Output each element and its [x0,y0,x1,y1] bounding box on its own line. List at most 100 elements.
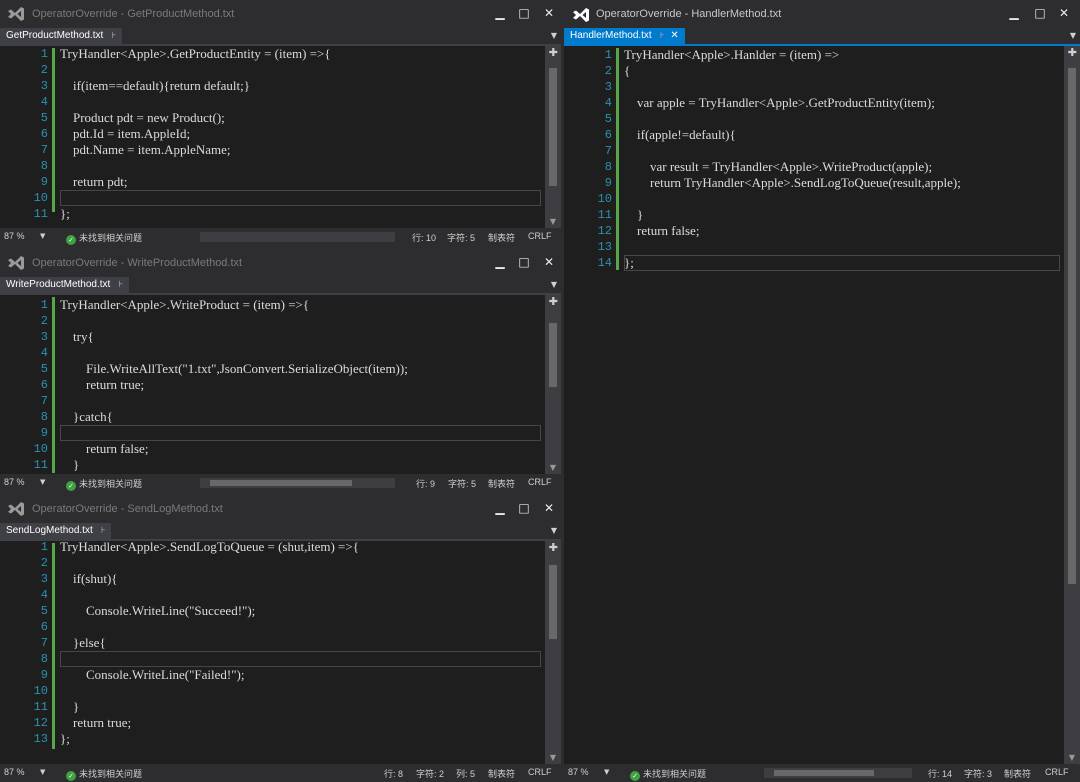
code-line[interactable]: return true; [60,377,144,393]
maximize-button[interactable]: □ [514,252,534,272]
code-line[interactable]: }; [60,206,70,222]
code-editor[interactable]: 1 2 3 4 5 6 7 8 9 10 11 TryHandler<Apple>.GetProdu… [0,46,561,228]
code-editor[interactable]: 1 2 3 4 5 6 7 8 9 10 11 12 13 TryHandler<Apple>.Send… [0,541,561,764]
scrollbar-thumb[interactable] [549,323,557,387]
scroll-down-icon[interactable]: ▼ [545,463,561,472]
close-icon[interactable]: ✕ [670,28,678,44]
code-line[interactable]: if(shut){ [60,571,118,587]
pin-icon[interactable]: ⊦ [660,28,665,44]
code-line[interactable]: TryHandler<Apple>.Hanlder = (item) => [624,47,839,63]
vertical-scrollbar[interactable]: ✚ ▼ [545,295,561,474]
scrollbar-thumb[interactable] [1068,68,1076,584]
window-titlebar[interactable]: OperatorOverride - WriteProductMethod.tx… [0,249,561,277]
horizontal-scrollbar[interactable] [764,768,912,778]
split-icon[interactable]: ✚ [549,46,558,59]
document-tab[interactable]: SendLogMethod.txt ⊦ [0,523,112,539]
zoom-level[interactable]: 87 % [4,477,25,487]
code-line[interactable]: return false; [624,223,699,239]
pin-icon[interactable]: ⊦ [101,523,106,539]
pin-icon[interactable]: ⊦ [118,277,123,293]
code-line[interactable]: return true; [60,715,131,731]
status-tabs[interactable]: 制表符 [488,477,515,490]
chevron-down-icon[interactable]: ▼ [40,232,45,240]
code-line[interactable]: { [624,63,630,79]
code-line[interactable]: var result = TryHandler<Apple>.WriteProd… [624,159,932,175]
code-line[interactable]: if(item==default){return default;} [60,78,250,94]
zoom-level[interactable]: 87 % [568,767,589,777]
vertical-scrollbar[interactable]: ✚ ▼ [1064,46,1080,764]
code-line[interactable]: Product pdt = new Product(); [60,110,225,126]
code-line[interactable]: }; [60,731,70,747]
code-line[interactable]: TryHandler<Apple>.WriteProduct = (item) … [60,297,309,313]
code-line[interactable]: TryHandler<Apple>.GetProductEntity = (it… [60,46,331,62]
chevron-down-icon[interactable]: ▼ [551,31,557,40]
vertical-scrollbar[interactable]: ✚ ▼ [545,541,561,764]
code-line[interactable]: }catch{ [60,409,113,425]
status-eol[interactable]: CRLF [1045,767,1069,777]
code-line[interactable]: pdt.Id = item.AppleId; [60,126,190,142]
window-titlebar[interactable]: OperatorOverride - GetProductMethod.txt … [0,0,561,28]
code-line[interactable]: pdt.Name = item.AppleName; [60,142,231,158]
code-line[interactable]: File.WriteAllText("1.txt",JsonConvert.Se… [60,361,408,377]
document-tab[interactable]: WriteProductMethod.txt ⊦ [0,277,129,293]
issues-status[interactable]: ✓ 未找到相关问题 [66,477,142,491]
chevron-down-icon[interactable]: ▼ [604,768,609,776]
code-line[interactable]: } [60,699,79,715]
status-eol[interactable]: CRLF [528,477,552,487]
code-line[interactable]: TryHandler<Apple>.SendLogToQueue = (shut… [60,541,359,555]
minimize-button[interactable]: ▁ [490,252,510,272]
scrollbar-thumb[interactable] [210,480,352,486]
scroll-down-icon[interactable]: ▼ [545,217,561,226]
pin-icon[interactable]: ⊦ [111,28,116,44]
document-tab[interactable]: HandlerMethod.txt ⊦ ✕ [564,28,685,44]
status-eol[interactable]: CRLF [528,231,552,241]
vertical-scrollbar[interactable]: ✚ ▼ [545,46,561,228]
issues-status[interactable]: ✓ 未找到相关问题 [630,767,706,781]
status-tabs[interactable]: 制表符 [488,231,515,244]
minimize-button[interactable]: ▁ [490,3,510,23]
close-button[interactable]: ✕ [539,3,559,23]
code-line[interactable]: return pdt; [60,174,128,190]
window-titlebar[interactable]: OperatorOverride - HandlerMethod.txt ▁ □… [564,0,1080,28]
code-line[interactable]: return TryHandler<Apple>.SendLogToQueue(… [624,175,961,191]
scroll-down-icon[interactable]: ▼ [545,753,561,762]
maximize-button[interactable]: □ [1030,3,1050,23]
scrollbar-thumb[interactable] [549,565,557,639]
code-line[interactable]: return false; [60,441,148,457]
scrollbar-thumb[interactable] [774,770,874,776]
close-button[interactable]: ✕ [539,498,559,518]
chevron-down-icon[interactable]: ▼ [40,768,45,776]
code-line[interactable]: try{ [60,329,94,345]
chevron-down-icon[interactable]: ▼ [551,526,557,535]
zoom-level[interactable]: 87 % [4,231,25,241]
maximize-button[interactable]: □ [514,498,534,518]
issues-status[interactable]: ✓ 未找到相关问题 [66,231,142,245]
maximize-button[interactable]: □ [514,3,534,23]
code-line[interactable]: if(apple!=default){ [624,127,736,143]
chevron-down-icon[interactable]: ▼ [1070,31,1076,40]
split-icon[interactable]: ✚ [1068,46,1077,59]
split-icon[interactable]: ✚ [549,295,558,308]
zoom-level[interactable]: 87 % [4,767,25,777]
code-editor[interactable]: 1 2 3 4 5 6 7 8 9 10 11 12 13 14 TryHandler<Apple>.Ha… [564,46,1080,764]
minimize-button[interactable]: ▁ [1004,3,1024,23]
close-button[interactable]: ✕ [539,252,559,272]
code-line[interactable]: } [624,207,643,223]
split-icon[interactable]: ✚ [549,541,558,554]
code-line[interactable]: var apple = TryHandler<Apple>.GetProduct… [624,95,935,111]
close-button[interactable]: ✕ [1054,3,1074,23]
minimize-button[interactable]: ▁ [490,498,510,518]
code-line[interactable]: Console.WriteLine("Failed!"); [60,667,244,683]
status-eol[interactable]: CRLF [528,767,552,777]
code-line[interactable]: Console.WriteLine("Succeed!"); [60,603,255,619]
horizontal-scrollbar[interactable] [200,478,395,488]
scrollbar-thumb[interactable] [549,68,557,186]
code-line[interactable]: }; [624,255,634,271]
chevron-down-icon[interactable]: ▼ [40,478,45,486]
status-tabs[interactable]: 制表符 [488,767,515,780]
horizontal-scrollbar[interactable] [200,232,395,242]
window-titlebar[interactable]: OperatorOverride - SendLogMethod.txt ▁ □… [0,495,561,523]
code-line[interactable]: } [60,457,79,473]
issues-status[interactable]: ✓ 未找到相关问题 [66,767,142,781]
scroll-down-icon[interactable]: ▼ [1064,753,1080,762]
